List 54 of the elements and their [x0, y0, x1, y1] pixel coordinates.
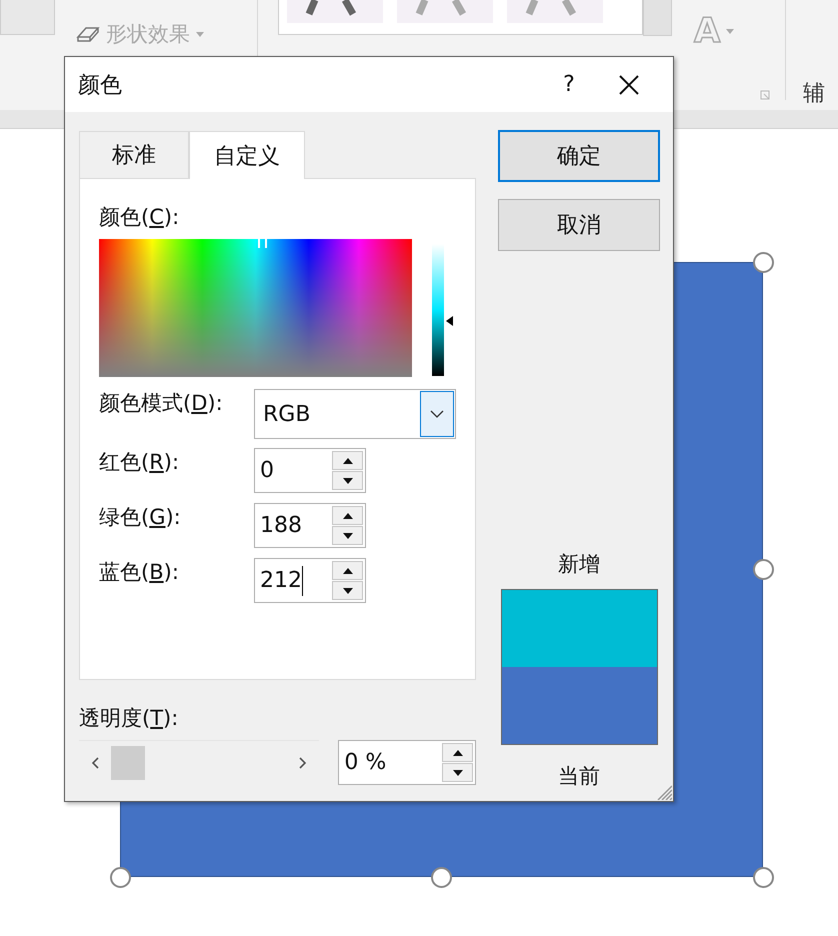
decrement-button[interactable] [442, 763, 473, 782]
triangle-down-icon [342, 478, 352, 484]
preview-label: 当前 [558, 763, 600, 790]
chevron-right-icon[interactable] [299, 757, 308, 769]
triangle-up-icon [342, 512, 352, 518]
increment-button[interactable] [332, 506, 363, 525]
increment-button[interactable] [332, 451, 363, 470]
field-label: 红色(R): [99, 449, 180, 476]
triangle-up-icon [342, 458, 352, 464]
resize-handle[interactable] [753, 559, 774, 580]
chevron-left-icon[interactable] [91, 757, 99, 769]
scrollbar-thumb[interactable] [111, 746, 145, 780]
text-style-preview[interactable] [287, 0, 383, 23]
number-field[interactable]: 0 % [338, 740, 476, 785]
field-label: 颜色(C): [99, 204, 180, 231]
caret-icon [726, 28, 734, 34]
field-label: 绿色(G): [99, 504, 182, 531]
style-thumbnail[interactable] [0, 0, 55, 35]
tab[interactable]: 标准 [79, 131, 189, 178]
decrement-button[interactable] [332, 581, 363, 600]
crosshair-icon [258, 239, 267, 248]
color-mode-dropdown[interactable]: RGB [254, 389, 456, 439]
preview-label: 新增 [558, 551, 600, 578]
resize-grip-icon[interactable] [656, 784, 672, 800]
triangle-up-icon [452, 750, 462, 756]
decrement-button[interactable] [332, 471, 363, 490]
field-label: 颜色模式(D): [99, 390, 224, 417]
number-field[interactable]: 188 [254, 503, 366, 548]
dialog-button[interactable]: 取消 [498, 199, 660, 251]
close-icon [619, 74, 639, 94]
help-button[interactable]: ? [539, 57, 599, 112]
number-field[interactable]: 0 [254, 448, 366, 493]
resize-handle[interactable] [110, 867, 131, 888]
group-label: 辅 [803, 80, 825, 108]
triangle-down-icon [452, 770, 462, 776]
dialog-title: 颜色 [78, 72, 123, 100]
caret-icon [196, 32, 204, 36]
resize-handle[interactable] [431, 867, 452, 888]
resize-handle[interactable] [753, 252, 774, 273]
color-spectrum[interactable] [99, 239, 412, 377]
triangle-down-icon [342, 588, 352, 594]
increment-button[interactable] [442, 743, 473, 762]
resize-handle[interactable] [753, 867, 774, 888]
triangle-up-icon [342, 568, 352, 574]
increment-button[interactable] [332, 561, 363, 580]
triangle-down-icon [342, 532, 352, 538]
decrement-button[interactable] [332, 526, 363, 545]
tab[interactable]: 自定义 [189, 131, 305, 179]
field-label: 蓝色(B): [99, 559, 180, 586]
dialog-button[interactable]: 确定 [498, 130, 660, 182]
chevron-down-icon [430, 410, 444, 418]
field-label: 透明度(T): [79, 705, 178, 732]
pointer-icon[interactable] [446, 316, 453, 326]
number-field[interactable]: 212 [254, 558, 366, 603]
